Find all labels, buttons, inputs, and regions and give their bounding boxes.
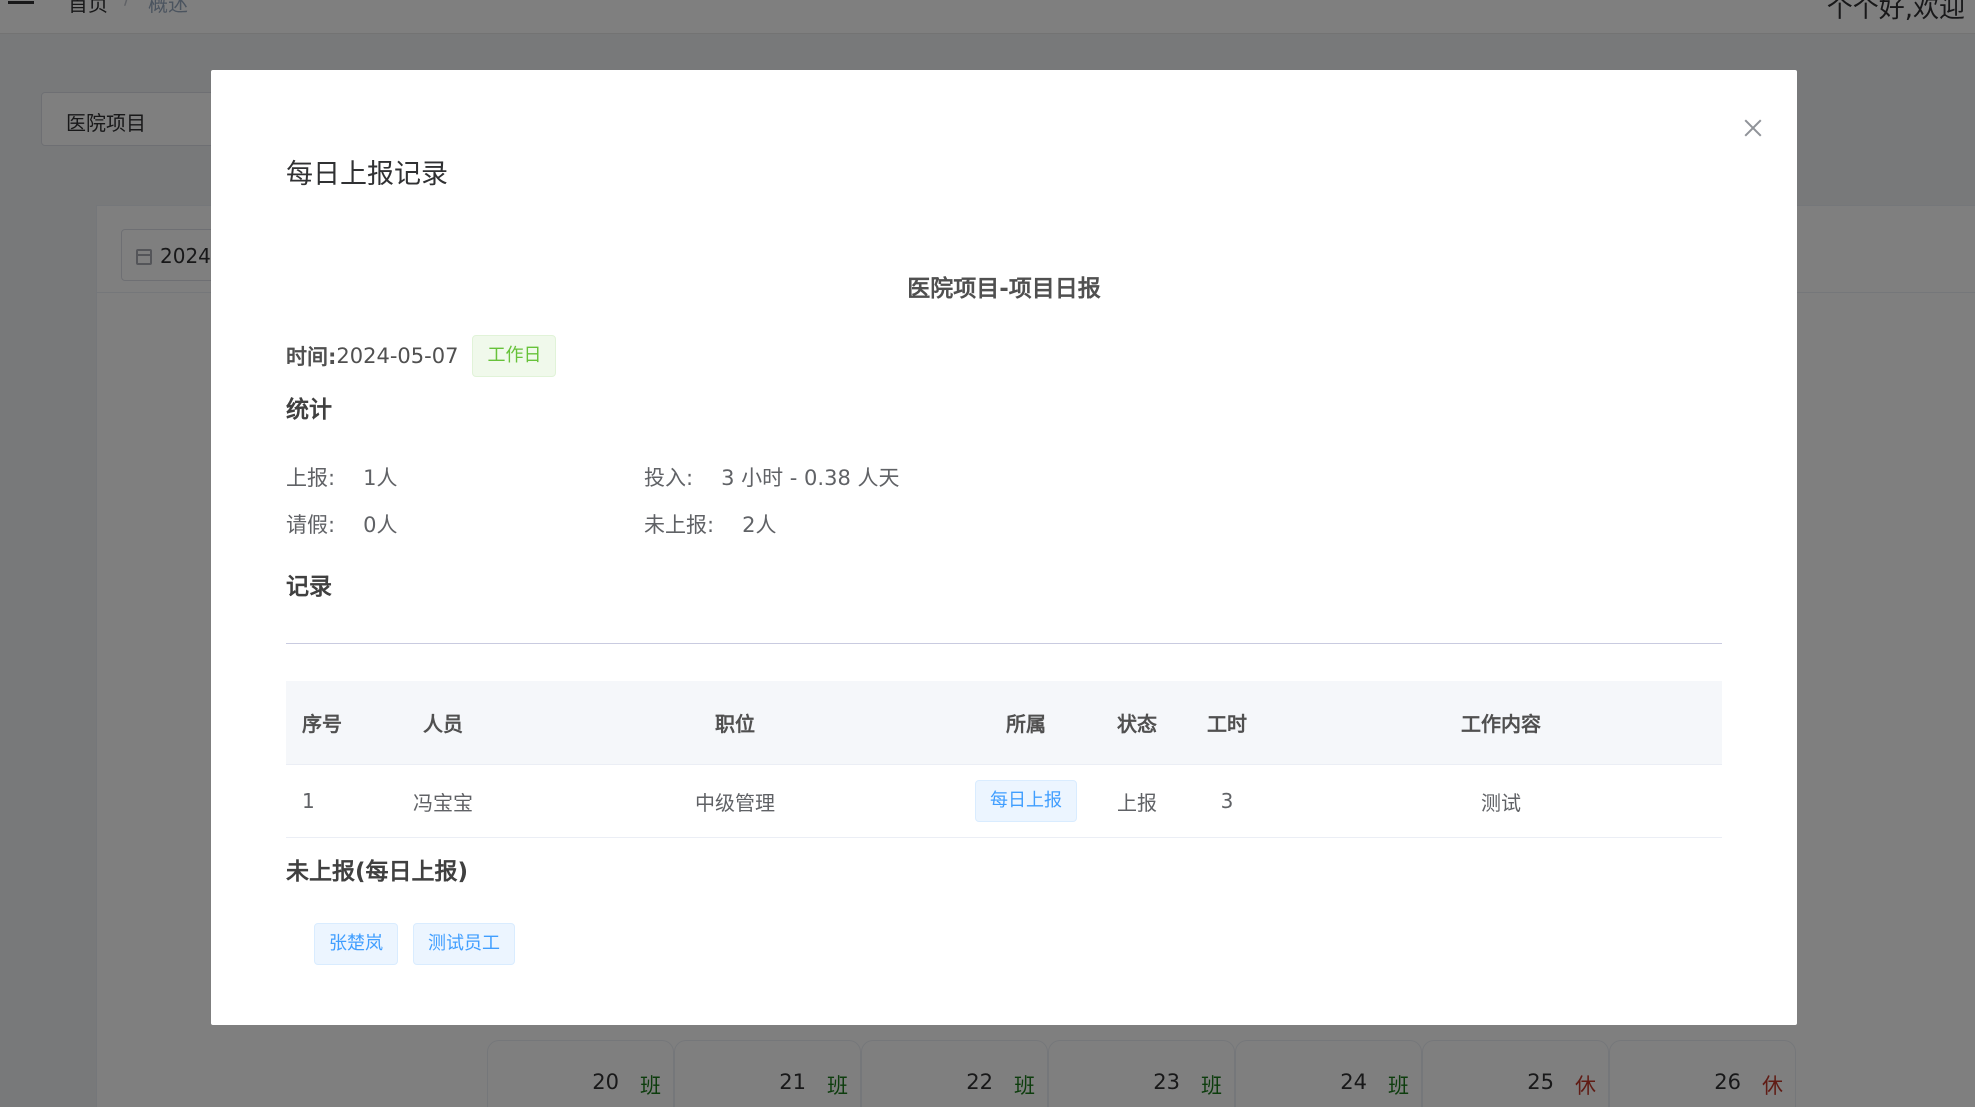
cell-person: 冯宝宝 bbox=[413, 790, 473, 815]
unreported-people-list: 张楚岚 测试员工 bbox=[314, 923, 515, 965]
day-type-tag: 工作日 bbox=[472, 335, 557, 377]
report-title: 医院项目-项目日报 bbox=[907, 276, 1101, 302]
report-time-row: 时间: 2024-05-07 工作日 bbox=[286, 335, 557, 377]
close-icon[interactable] bbox=[1740, 114, 1766, 140]
cell-hours: 3 bbox=[1220, 789, 1234, 813]
cell-position: 中级管理 bbox=[695, 790, 775, 815]
column-header-index[interactable]: 序号 bbox=[286, 708, 368, 737]
column-header-position[interactable]: 职位 bbox=[518, 708, 952, 737]
stat-input: 投入: 3 小时 - 0.38 人天 bbox=[644, 462, 899, 492]
stats-section-title: 统计 bbox=[286, 397, 332, 423]
cell-index: 1 bbox=[302, 789, 315, 813]
stat-unreported: 未上报: 2人 bbox=[644, 509, 776, 539]
stat-reported-value: 1人 bbox=[363, 466, 398, 490]
daily-report-dialog: 每日上报记录 医院项目-项目日报 时间: 2024-05-07 工作日 统计 上… bbox=[211, 70, 1797, 1025]
stat-leave-value: 0人 bbox=[363, 513, 398, 537]
column-header-hours[interactable]: 工时 bbox=[1174, 708, 1280, 737]
unreported-person-tag[interactable]: 张楚岚 bbox=[314, 923, 398, 965]
table-row[interactable]: 1 冯宝宝 中级管理 每日上报 上报 3 测试 bbox=[286, 765, 1722, 838]
stat-input-value: 3 小时 - 0.38 人天 bbox=[721, 466, 900, 490]
records-divider bbox=[286, 643, 1722, 644]
table-header-row: 序号 人员 职位 所属 状态 工时 工作内容 bbox=[286, 681, 1722, 765]
stat-leave: 请假: 0人 bbox=[286, 509, 397, 539]
column-header-person[interactable]: 人员 bbox=[368, 708, 518, 737]
stat-reported: 上报: 1人 bbox=[286, 462, 397, 492]
time-value: 2024-05-07 bbox=[336, 344, 459, 368]
stat-reported-label: 上报: bbox=[286, 466, 336, 490]
dialog-title: 每日上报记录 bbox=[286, 159, 448, 190]
cell-belongs: 每日上报 bbox=[952, 780, 1100, 822]
column-header-content[interactable]: 工作内容 bbox=[1280, 708, 1722, 737]
records-section-title: 记录 bbox=[286, 574, 332, 600]
cell-status: 上报 bbox=[1117, 790, 1157, 815]
unreported-section-title: 未上报(每日上报) bbox=[286, 859, 469, 885]
stat-input-label: 投入: bbox=[644, 466, 694, 490]
records-table: 序号 人员 职位 所属 状态 工时 工作内容 1 冯宝宝 中级管理 每日上报 上… bbox=[286, 681, 1722, 838]
column-header-status[interactable]: 状态 bbox=[1100, 708, 1174, 737]
unreported-person-tag[interactable]: 测试员工 bbox=[413, 923, 515, 965]
column-header-belongs[interactable]: 所属 bbox=[952, 708, 1100, 737]
stat-leave-label: 请假: bbox=[286, 513, 336, 537]
cell-content: 测试 bbox=[1481, 790, 1521, 815]
stat-unreported-label: 未上报: bbox=[644, 513, 715, 537]
belongs-tag: 每日上报 bbox=[975, 780, 1077, 822]
stat-unreported-value: 2人 bbox=[742, 513, 777, 537]
time-label: 时间: bbox=[286, 345, 337, 369]
